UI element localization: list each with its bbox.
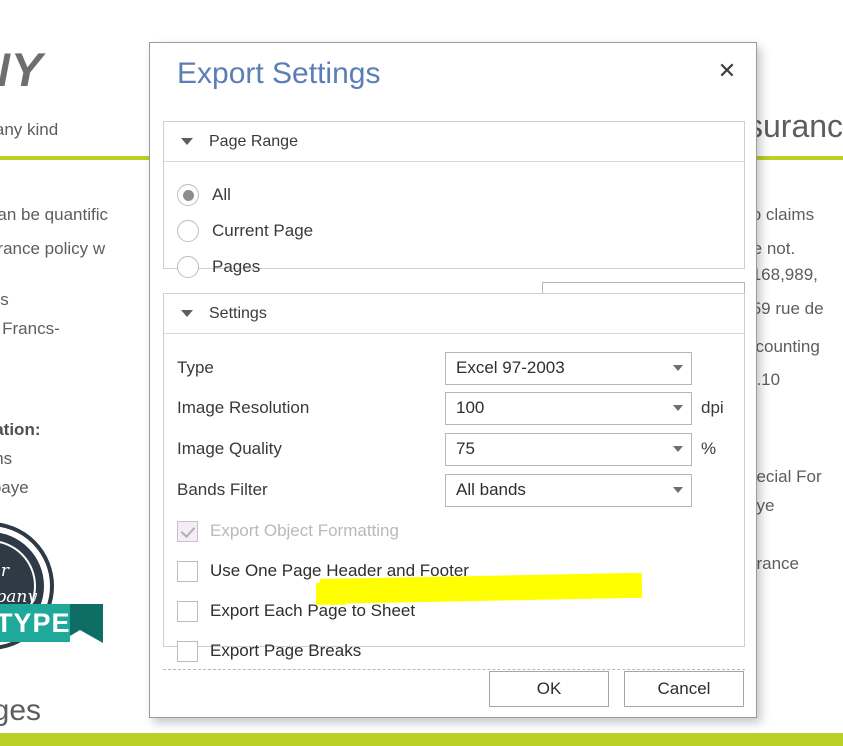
unit-dpi: dpi [701,398,724,417]
document-special-right: pecial For aye e urance [747,467,822,573]
dialog-title: Export Settings [177,57,381,90]
settings-group-label: Settings [209,304,267,322]
radio-all-label: All [212,185,231,204]
checkbox-row-export-each-page-to-sheet[interactable]: Export Each Page to Sheet [177,598,415,624]
cancel-button[interactable]: Cancel [624,671,744,707]
dropdown-image-quality-value: 75 [456,439,475,458]
settings-group-header[interactable]: Settings [164,294,744,334]
chevron-down-icon[interactable] [181,310,193,317]
checkbox-row-export-page-breaks[interactable]: Export Page Breaks [177,638,361,664]
dropdown-type-value: Excel 97-2003 [456,358,565,377]
document-address-right: ,168,989, 59 rue de [747,265,824,318]
dropdown-type[interactable]: Excel 97-2003 [445,351,692,385]
svg-text:GOTYPE: GOTYPE [0,608,71,638]
checkbox-export-each-page-to-sheet[interactable] [177,600,198,622]
dropdown-bands-filter[interactable]: All bands [445,473,692,507]
checkbox-use-one-page-header-and-footer[interactable] [177,560,198,582]
page-range-group: Page Range All Current Page Pages [163,121,745,316]
document-bottom-bar [0,733,843,746]
checkbox-export-each-page-to-sheet-label: Export Each Page to Sheet [210,601,416,620]
document-footer-word: ages [0,694,42,727]
checkbox-export-object-formatting-label: Export Object Formatting [210,521,399,540]
field-row-type: Type Excel 97-2003 [164,348,744,388]
chevron-down-icon[interactable] [665,446,691,452]
radio-pages[interactable] [177,256,199,278]
field-label-type: Type [177,358,214,377]
export-settings-dialog: Export Settings ✕ Page Range All Current… [149,42,757,718]
chevron-down-icon[interactable] [665,487,691,493]
radio-current-page[interactable] [177,220,199,242]
dropdown-image-quality[interactable]: 75 [445,432,692,466]
radio-row-pages[interactable]: Pages [177,255,260,279]
dropdown-image-resolution-value: 100 [456,398,485,417]
field-label-bands-filter: Bands Filter [177,480,268,499]
field-row-image-quality: Image Quality 75 % [164,429,744,469]
field-row-bands-filter: Bands Filter All bands [164,470,744,510]
document-body-right: to claims re not. [747,205,815,258]
svg-text:Your: Your [0,561,10,581]
checkbox-use-one-page-header-and-footer-label: Use One Page Header and Footer [210,561,469,580]
chevron-down-icon[interactable] [665,365,691,371]
document-location-heading: Location: [0,420,41,439]
dropdown-bands-filter-value: All bands [456,480,526,499]
dialog-footer-separator [163,669,745,670]
document-address-left: Paris des Francs- s [0,290,60,338]
document-body-left: at can be quantific nsurance policy w [0,205,108,258]
company-logo: Your Company GOTYPE [0,522,103,650]
ok-button[interactable]: OK [489,671,609,707]
checkbox-export-page-breaks-label: Export Page Breaks [210,641,362,660]
chevron-down-icon[interactable] [665,405,691,411]
field-label-image-resolution: Image Resolution [177,398,310,417]
radio-row-current-page[interactable]: Current Page [177,219,313,243]
document-location-left: Location: Reims l'Abbaye [0,415,41,502]
chevron-down-icon[interactable] [181,138,193,145]
field-row-image-resolution: Image Resolution 100 dpi [164,388,744,428]
document-company-title: MPANY [0,43,44,96]
close-icon[interactable]: ✕ [712,56,742,86]
settings-group: Settings Type Excel 97-2003 Image Resolu… [163,293,745,662]
dropdown-image-resolution[interactable]: 100 [445,391,692,425]
radio-all[interactable] [177,184,199,206]
checkbox-export-object-formatting [177,520,198,542]
radio-row-all[interactable]: All [177,183,231,207]
radio-pages-label: Pages [212,257,261,276]
unit-percent: % [701,439,717,458]
document-location-lines: Reims l'Abbaye [0,449,29,497]
checkbox-row-use-one-page-header-and-footer[interactable]: Use One Page Header and Footer [177,558,469,584]
checkbox-row-export-object-formatting: Export Object Formatting [177,518,399,544]
page-range-group-label: Page Range [209,132,298,150]
page-range-group-header[interactable]: Page Range [164,122,744,162]
checkbox-export-page-breaks[interactable] [177,640,198,662]
document-title-right: surance [747,108,843,144]
radio-current-page-label: Current Page [212,221,314,240]
document-account-right: ccounting 5.10 [747,337,820,389]
field-label-image-quality: Image Quality [177,439,282,458]
document-subtitle: of any kind [0,120,59,139]
